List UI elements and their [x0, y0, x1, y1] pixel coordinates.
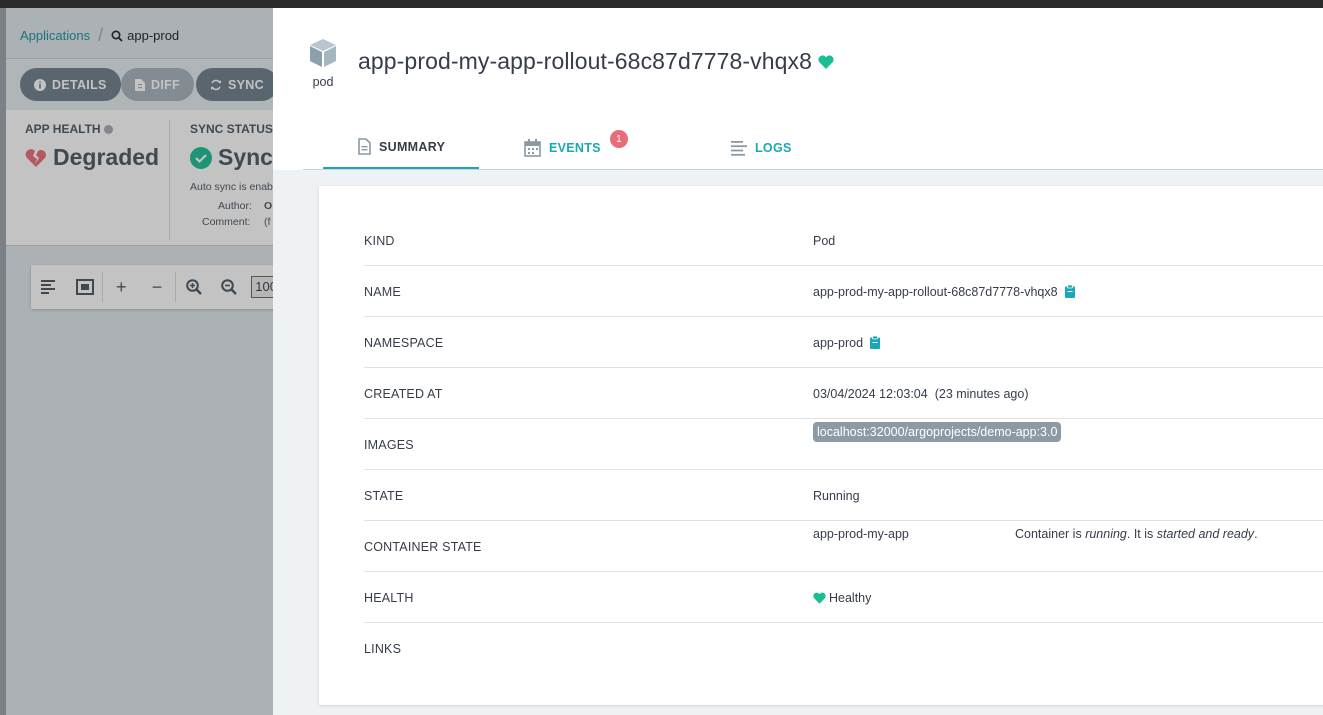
- images-key: IMAGES: [364, 437, 414, 452]
- clipboard-icon[interactable]: [870, 336, 881, 349]
- summary-row-kind: KIND Pod: [364, 215, 1323, 266]
- kind-value: Pod: [813, 233, 836, 248]
- heart-icon: [818, 54, 834, 69]
- align-left-icon: [731, 140, 747, 156]
- tab-summary[interactable]: SUMMARY: [323, 126, 479, 170]
- name-value: app-prod-my-app-rollout-68c87d7778-vhqx8: [813, 284, 1058, 299]
- summary-row-created-at: CREATED AT 03/04/2024 12:03:04 (23 minut…: [364, 368, 1323, 419]
- pod-kind-badge: pod: [306, 38, 340, 89]
- name-value-cell: app-prod-my-app-rollout-68c87d7778-vhqx8: [813, 266, 1075, 317]
- container-state-value-cell: app-prod-my-app Container is running. It…: [813, 521, 1313, 572]
- container-state-message: Container is running. It is started and …: [1015, 527, 1258, 541]
- created-at-value-cell: 03/04/2024 12:03:04 (23 minutes ago): [813, 368, 1029, 419]
- summary-row-container-state: CONTAINER STATE app-prod-my-app Containe…: [364, 521, 1323, 572]
- panel-header: pod app-prod-my-app-rollout-68c87d7778-v…: [273, 8, 1323, 170]
- state-key: STATE: [364, 488, 404, 503]
- links-key: LINKS: [364, 641, 402, 656]
- summary-row-images: IMAGES localhost:32000/argoprojects/demo…: [364, 419, 1323, 470]
- summary-row-state: STATE Running: [364, 470, 1323, 521]
- tab-logs-label: LOGS: [755, 141, 792, 155]
- summary-row-namespace: NAMESPACE app-prod: [364, 317, 1323, 368]
- namespace-value: app-prod: [813, 335, 864, 350]
- clipboard-icon[interactable]: [1064, 285, 1075, 298]
- kind-key: KIND: [364, 233, 395, 248]
- resource-name: app-prod-my-app-rollout-68c87d7778-vhqx8: [358, 48, 813, 74]
- top-strip: [0, 0, 1323, 8]
- heart-icon: [813, 592, 826, 604]
- namespace-value-cell: app-prod: [813, 317, 881, 368]
- state-value: Running: [813, 488, 860, 503]
- health-value-cell: Healthy: [813, 572, 871, 623]
- image-tag: localhost:32000/argoprojects/demo-app:3.…: [813, 422, 1062, 442]
- namespace-key: NAMESPACE: [364, 335, 444, 350]
- summary-row-health: HEALTH Healthy: [364, 572, 1323, 623]
- summary-row-links: LINKS: [364, 623, 1323, 674]
- name-key: NAME: [364, 284, 401, 299]
- panel-tabs: SUMMARY EVENTS 1 LOGS: [323, 126, 909, 170]
- cube-icon: [310, 39, 336, 67]
- tab-events-label: EVENTS: [549, 141, 601, 155]
- images-value-cell: localhost:32000/argoprojects/demo-app:3.…: [813, 419, 1062, 470]
- events-count-badge: 1: [610, 130, 628, 148]
- panel-title: app-prod-my-app-rollout-68c87d7778-vhqx8: [358, 48, 834, 75]
- summary-row-name: NAME app-prod-my-app-rollout-68c87d7778-…: [364, 266, 1323, 317]
- resource-details-panel: pod app-prod-my-app-rollout-68c87d7778-v…: [273, 8, 1323, 715]
- created-at-key: CREATED AT: [364, 386, 443, 401]
- container-name: app-prod-my-app: [813, 527, 909, 541]
- tabs-underline: [303, 169, 1323, 170]
- summary-card: KIND Pod NAME app-prod-my-app-rollout-68…: [319, 186, 1323, 705]
- document-icon: [358, 138, 371, 155]
- tab-logs[interactable]: LOGS: [711, 126, 909, 170]
- calendar-icon: [524, 139, 541, 157]
- health-key: HEALTH: [364, 590, 414, 605]
- created-at-relative: (23 minutes ago): [934, 386, 1029, 401]
- kind-label: pod: [312, 75, 334, 89]
- created-at-value: 03/04/2024 12:03:04: [813, 386, 928, 401]
- tab-events[interactable]: EVENTS 1: [501, 126, 711, 170]
- tab-summary-label: SUMMARY: [379, 139, 446, 154]
- health-value: Healthy: [829, 590, 872, 605]
- container-state-key: CONTAINER STATE: [364, 539, 482, 554]
